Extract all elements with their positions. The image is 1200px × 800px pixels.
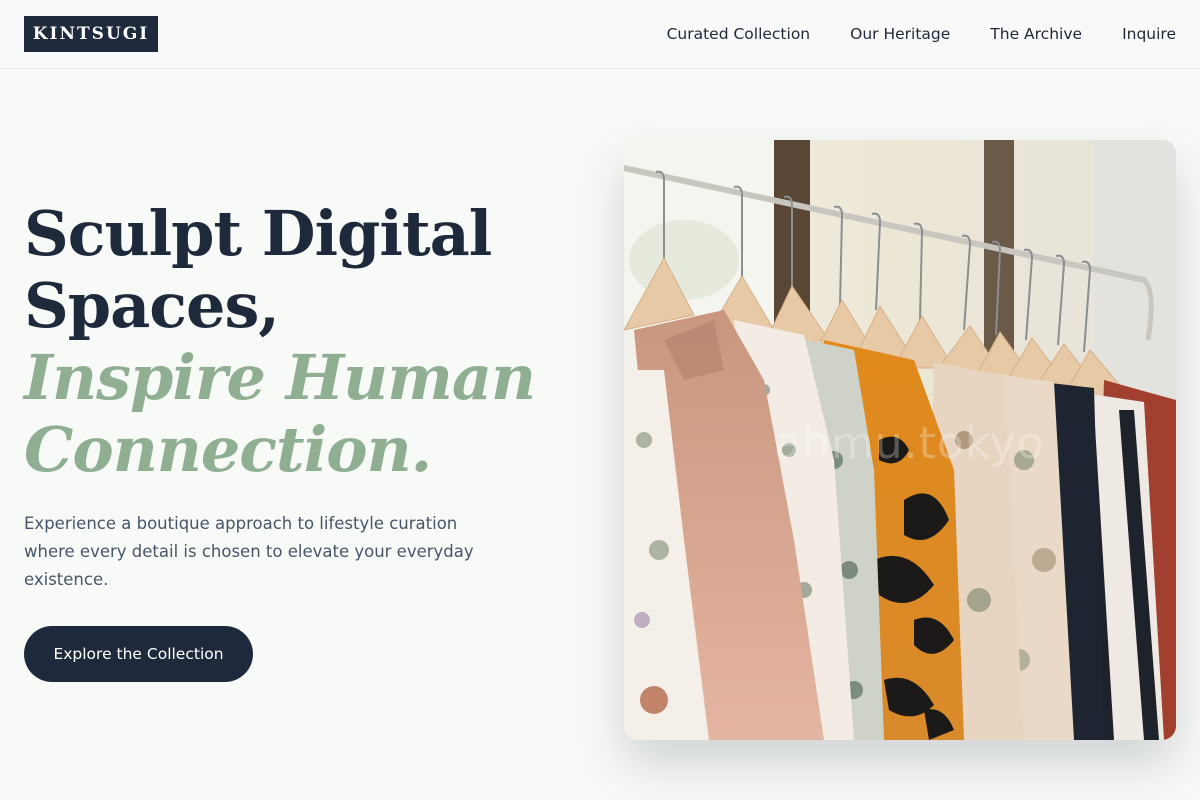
headline-line-1: Sculpt Digital [24, 197, 492, 270]
headline-accent-line-1: Inspire Human [24, 341, 536, 414]
main-nav: Curated Collection Our Heritage The Arch… [667, 0, 1176, 68]
explore-collection-button[interactable]: Explore the Collection [24, 626, 253, 682]
watermark-text: ahmu.tokyo [774, 418, 1045, 469]
clothing-rack-photo: ahmu.tokyo [624, 140, 1176, 740]
hero-headline: Sculpt Digital Spaces, Inspire Human Con… [24, 198, 584, 486]
nav-our-heritage[interactable]: Our Heritage [850, 25, 950, 43]
headline-line-2: Spaces, [24, 269, 280, 342]
site-header: KINTSUGI Curated Collection Our Heritage… [0, 0, 1200, 69]
logo[interactable]: KINTSUGI [24, 16, 158, 52]
nav-the-archive[interactable]: The Archive [990, 25, 1082, 43]
headline-accent-line-2: Connection. [24, 413, 432, 486]
hero-subtitle: Experience a boutique approach to lifest… [24, 514, 474, 589]
nav-inquire[interactable]: Inquire [1122, 25, 1176, 43]
nav-curated-collection[interactable]: Curated Collection [667, 25, 811, 43]
